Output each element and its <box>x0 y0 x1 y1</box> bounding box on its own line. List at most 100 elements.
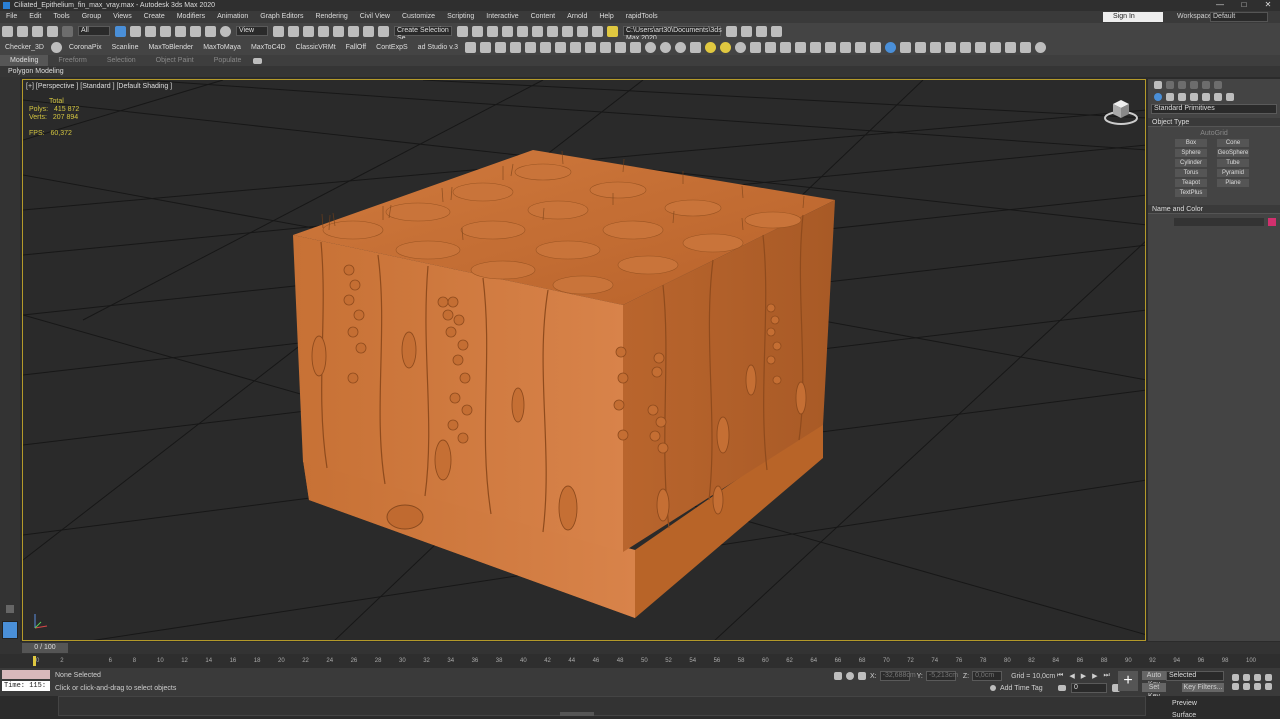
maxscript-listener[interactable] <box>2 670 50 679</box>
goto-end-icon[interactable]: ⏭ <box>1103 672 1109 680</box>
split-view-icon[interactable] <box>930 41 942 53</box>
mirror-icon[interactable] <box>457 25 468 37</box>
tube-button[interactable]: Tube <box>1217 159 1249 167</box>
globe-icon[interactable] <box>885 41 897 53</box>
menu-rapidtools[interactable]: rapidTools <box>620 11 664 23</box>
pyramid-button[interactable]: Pyramid <box>1217 169 1249 177</box>
flag-icon[interactable] <box>825 41 837 53</box>
dots-icon[interactable] <box>750 41 762 53</box>
menu-rendering[interactable]: Rendering <box>309 11 353 23</box>
helpers-icon[interactable] <box>1202 93 1210 101</box>
tab-freeform[interactable]: Freeform <box>48 55 96 66</box>
toolbar-item-contexps[interactable]: ContExpS <box>376 44 408 51</box>
named-selection-set-select[interactable]: Create Selection Se <box>394 26 452 42</box>
maximize-button[interactable]: □ <box>1232 0 1256 11</box>
cone-icon[interactable] <box>690 41 702 53</box>
render-setup-icon[interactable] <box>577 25 588 37</box>
z-field[interactable]: 0,0cm <box>972 671 1003 681</box>
torus-button[interactable]: Torus <box>1175 169 1207 177</box>
menu-customize[interactable]: Customize <box>396 11 441 23</box>
percent-snap-icon[interactable] <box>348 25 359 37</box>
next-frame-icon[interactable]: ▶ <box>1092 672 1097 680</box>
time-tag-icon[interactable] <box>990 685 996 691</box>
toolbar-item-maxtoblender[interactable]: MaxToBlender <box>148 44 193 51</box>
rendered-frame-window-icon[interactable] <box>592 25 603 37</box>
fov-icon[interactable] <box>1232 683 1239 690</box>
toolbar-item-scanline[interactable]: Scanline <box>112 44 139 51</box>
toggle-scene-explorer-icon[interactable] <box>487 25 498 37</box>
disc-icon[interactable] <box>675 41 687 53</box>
goto-start-icon[interactable]: ⏮ <box>1057 672 1063 680</box>
curve-editor-icon[interactable] <box>532 25 543 37</box>
create-tab-icon[interactable] <box>1154 81 1162 89</box>
command-line-area[interactable] <box>58 696 1146 716</box>
sphere-button[interactable]: Sphere <box>1175 149 1207 157</box>
play-icon[interactable]: ▶ <box>1081 672 1086 680</box>
angle-snap-icon[interactable] <box>333 25 344 37</box>
light-icon[interactable] <box>480 41 492 53</box>
ring-icon[interactable] <box>615 41 627 53</box>
expand-layout-icon[interactable] <box>6 605 14 613</box>
box-button[interactable]: Box <box>1175 139 1207 147</box>
menu-file[interactable]: File <box>0 11 23 23</box>
scale-icon[interactable] <box>205 25 216 37</box>
spacewarps-icon[interactable] <box>1214 93 1222 101</box>
menu-group[interactable]: Group <box>76 11 107 23</box>
prev-frame-icon[interactable]: ◀ <box>1069 672 1074 680</box>
zoom-extents-all-icon[interactable] <box>1265 674 1272 681</box>
open-folder-icon[interactable] <box>741 25 752 37</box>
cameras-icon[interactable] <box>1190 93 1198 101</box>
cloud-icon[interactable] <box>810 41 822 53</box>
toggle-layer-explorer-icon[interactable] <box>502 25 513 37</box>
utilities-tab-icon[interactable] <box>1214 81 1222 89</box>
motion-tab-icon[interactable] <box>1190 81 1198 89</box>
place-icon[interactable] <box>220 25 231 37</box>
window-crossing-icon[interactable] <box>160 25 171 37</box>
key-mode-select[interactable]: Selected <box>1166 671 1224 681</box>
toggle-ribbon-icon[interactable] <box>517 25 528 37</box>
panel-grip-icon[interactable] <box>560 712 594 716</box>
tag-icon[interactable] <box>630 41 642 53</box>
select-object-icon[interactable] <box>115 25 126 37</box>
layout-tab-icon[interactable] <box>2 621 18 639</box>
schematic-view-icon[interactable] <box>547 25 558 37</box>
snapshot-icon[interactable] <box>1005 41 1017 53</box>
autogrid-checkbox[interactable]: AutoGrid <box>1148 130 1280 137</box>
plane-button[interactable]: Plane <box>1217 179 1249 187</box>
zoom-icon[interactable] <box>1232 674 1239 681</box>
menu-scripting[interactable]: Scripting <box>441 11 480 23</box>
orbit-icon[interactable] <box>1254 683 1261 690</box>
frame-box-icon[interactable] <box>990 41 1002 53</box>
tab-populate[interactable]: Populate <box>204 55 252 66</box>
pin-icon[interactable] <box>570 41 582 53</box>
set-key-icon[interactable]: + <box>1118 671 1138 691</box>
maxscript-mini[interactable]: Time: 115: <box>2 681 50 691</box>
tree-icon[interactable] <box>900 41 912 53</box>
y-field[interactable]: -5,213cm <box>925 671 958 681</box>
systems-icon[interactable] <box>1226 93 1234 101</box>
dome-icon[interactable] <box>660 41 672 53</box>
select-manipulate-icon[interactable] <box>288 25 299 37</box>
move-icon[interactable] <box>175 25 186 37</box>
geosphere-button[interactable]: GeoSphere <box>1217 149 1249 157</box>
extra-tool-icon[interactable] <box>771 25 782 37</box>
snap-3-icon[interactable] <box>318 25 329 37</box>
modify-tab-icon[interactable] <box>1166 81 1174 89</box>
cylinder-button[interactable]: Cylinder <box>1175 159 1207 167</box>
unlink-icon[interactable] <box>47 25 58 37</box>
info-icon[interactable] <box>870 41 882 53</box>
paint-icon[interactable] <box>780 41 792 53</box>
keyboard-shortcut-icon[interactable] <box>303 25 314 37</box>
spray-icon[interactable] <box>795 41 807 53</box>
toolbar-item-falloff[interactable]: FallOff <box>346 44 367 51</box>
set-key-button[interactable]: Set Key <box>1142 683 1166 700</box>
hair-icon[interactable] <box>555 41 567 53</box>
menu-interactive[interactable]: Interactive <box>480 11 524 23</box>
track-bar[interactable]: 0 2 6 8 10 12 14 16 18 20 22 24 26 28 30 32 34 36 38 40 42 44… <box>0 654 1280 668</box>
name-color-rollout[interactable]: Name and Color <box>1148 205 1280 214</box>
arrow-icon[interactable] <box>585 41 597 53</box>
bind-space-warp-icon[interactable] <box>62 25 73 37</box>
viewcube-icon[interactable] <box>1103 96 1139 126</box>
menu-animation[interactable]: Animation <box>211 11 254 23</box>
toolbar-item-adstudio[interactable]: ad Studio v.3 <box>418 44 458 51</box>
